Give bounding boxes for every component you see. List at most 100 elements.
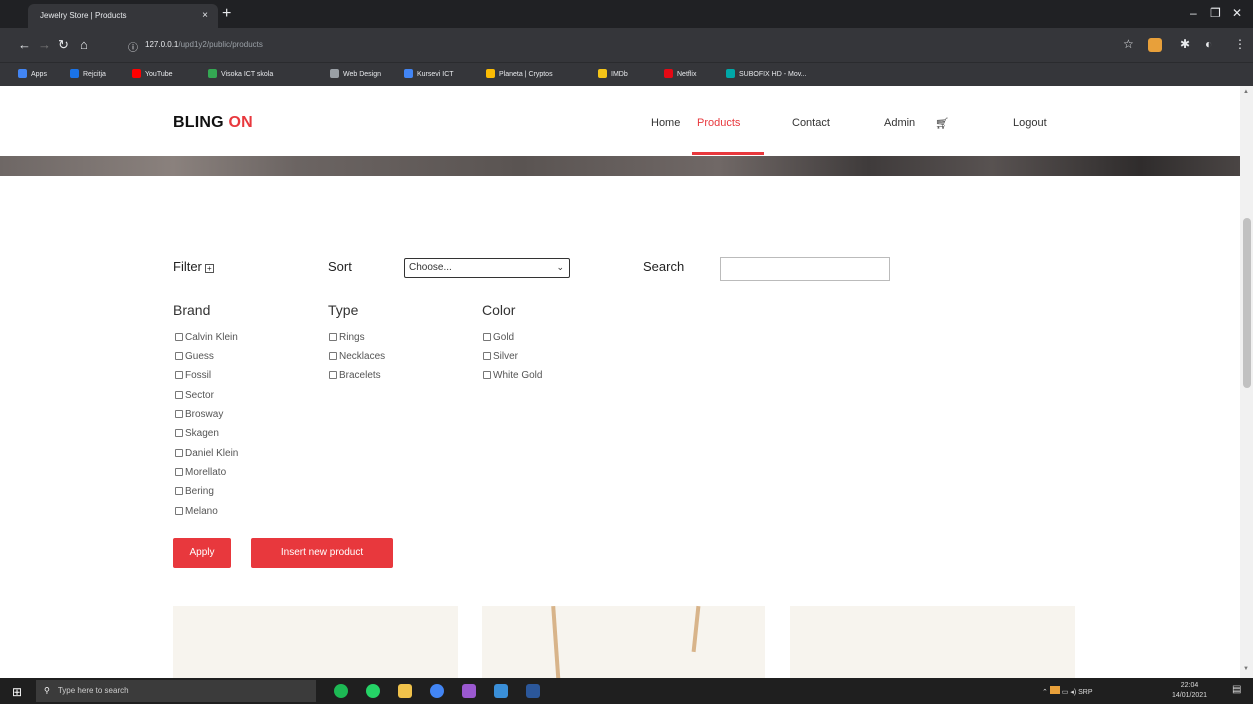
tab-close-icon[interactable]: × [202,10,208,21]
brand-option[interactable]: Guess [175,351,214,362]
brand-option[interactable]: Skagen [175,428,219,439]
whatsapp-icon[interactable] [366,684,380,698]
bookmark-item[interactable]: Netflix [664,69,696,78]
extension-icon[interactable] [1148,38,1162,52]
checkbox[interactable] [175,507,183,515]
reload-icon[interactable]: ↻ [58,37,69,53]
apply-button[interactable]: Apply [173,538,231,568]
scroll-up-icon[interactable]: ▲ [1243,89,1249,95]
bookmark-item[interactable]: IMDb [598,69,628,78]
checkbox[interactable] [175,391,183,399]
chevron-down-icon: ⌄ [556,262,564,272]
bookmarks-bar: Apps Rejcitja YouTube Visoka ICT skola W… [0,62,1253,86]
bookmark-item[interactable]: Apps [18,69,47,78]
checkbox[interactable] [175,410,183,418]
brand-option[interactable]: Melano [175,506,218,517]
brand-option[interactable]: Morellato [175,467,226,478]
taskbar-search[interactable]: ⚲ Type here to search [36,680,316,702]
notification-icon[interactable]: ▤ [1232,684,1241,695]
nav-admin[interactable]: Admin [884,117,915,129]
product-card[interactable] [482,605,765,678]
checkbox[interactable] [175,352,183,360]
home-icon[interactable]: ⌂ [80,37,88,52]
profile-icon[interactable]: ◐ [1205,37,1212,51]
window-close-icon[interactable]: ✕ [1232,6,1242,20]
minimize-icon[interactable]: – [1190,6,1197,20]
checkbox[interactable] [483,352,491,360]
product-card[interactable] [173,606,458,678]
color-option[interactable]: Gold [483,332,514,343]
system-tray[interactable]: ⌃ ▭ ◂) SRP [1042,686,1093,696]
word-icon[interactable] [526,684,540,698]
type-option[interactable]: Rings [329,332,365,343]
page-scrollbar[interactable]: ▲ ▼ [1240,86,1253,678]
address-bar[interactable]: 127.0.0.1/upd1y2/public/products [145,40,263,49]
brand-title: Brand [173,302,211,318]
checkbox[interactable] [483,333,491,341]
windows-start-icon[interactable]: ⊞ [12,685,22,699]
brand-option[interactable]: Daniel Klein [175,448,238,459]
nav-products[interactable]: Products [697,117,740,129]
brand-option[interactable]: Brosway [175,409,223,420]
color-option[interactable]: Silver [483,351,518,362]
sort-label: Sort [328,259,352,274]
bookmark-star-icon[interactable]: ☆ [1123,37,1134,51]
product-card[interactable] [790,606,1075,678]
checkbox[interactable] [483,371,491,379]
file-explorer-icon[interactable] [398,684,412,698]
bookmark-item[interactable]: YouTube [132,69,173,78]
filter-toggle[interactable]: Filter + [173,259,214,274]
bookmark-item[interactable]: Visoka ICT skola [208,69,273,78]
browser-tab[interactable]: Jewelry Store | Products × [28,4,218,28]
checkbox[interactable] [175,449,183,457]
site-info-icon[interactable]: ⓘ [128,39,138,54]
brand-option[interactable]: Fossil [175,370,211,381]
color-title: Color [482,302,516,318]
checkbox[interactable] [175,487,183,495]
insert-product-button[interactable]: Insert new product [251,538,393,568]
checkbox[interactable] [329,352,337,360]
type-option[interactable]: Necklaces [329,351,385,362]
back-icon[interactable]: ← [18,37,31,52]
chrome-icon[interactable] [430,684,444,698]
bookmark-icon [208,69,217,78]
nav-active-indicator [692,152,764,155]
checkbox[interactable] [175,468,183,476]
search-input[interactable] [720,257,890,281]
menu-icon[interactable]: ⋮ [1234,37,1246,51]
bookmark-item[interactable]: Planeta | Cryptos [486,69,553,78]
language-indicator: SRP [1078,689,1093,696]
system-clock[interactable]: 22:04 14/01/2021 [1172,681,1207,701]
photos-icon[interactable] [494,684,508,698]
checkbox[interactable] [329,333,337,341]
brand-option[interactable]: Bering [175,486,214,497]
cart-icon[interactable]: 🛒︎ [935,117,949,130]
brand-option[interactable]: Calvin Klein [175,332,238,343]
bookmark-item[interactable]: SUBOFIX HD - Mov... [726,69,807,78]
bookmark-item[interactable]: Rejcitja [70,69,106,78]
type-option[interactable]: Bracelets [329,370,381,381]
bookmark-item[interactable]: Web Design [330,69,381,78]
nav-logout[interactable]: Logout [1013,117,1047,129]
checkbox[interactable] [175,371,183,379]
sort-select[interactable]: Choose... ⌄ [404,258,570,278]
checkbox[interactable] [175,333,183,341]
maximize-icon[interactable]: ❐ [1210,6,1221,20]
forward-icon[interactable]: → [38,37,51,52]
app-icon[interactable] [462,684,476,698]
new-tab-icon[interactable]: + [222,5,231,23]
checkbox[interactable] [175,429,183,437]
nav-contact[interactable]: Contact [792,117,830,129]
checkbox[interactable] [329,371,337,379]
brand-option[interactable]: Sector [175,390,214,401]
nav-home[interactable]: Home [651,117,680,129]
spotify-icon[interactable] [334,684,348,698]
browser-tab-bar: Jewelry Store | Products × + – ❐ ✕ [0,0,1253,28]
extensions-puzzle-icon[interactable]: ✱ [1180,37,1190,51]
brand-logo[interactable]: BLING ON [173,114,253,132]
url-host: 127.0.0.1 [145,40,179,49]
scroll-down-icon[interactable]: ▼ [1243,666,1249,672]
bookmark-item[interactable]: Kursevi ICT [404,69,454,78]
color-option[interactable]: White Gold [483,370,542,381]
scroll-thumb[interactable] [1243,218,1251,388]
